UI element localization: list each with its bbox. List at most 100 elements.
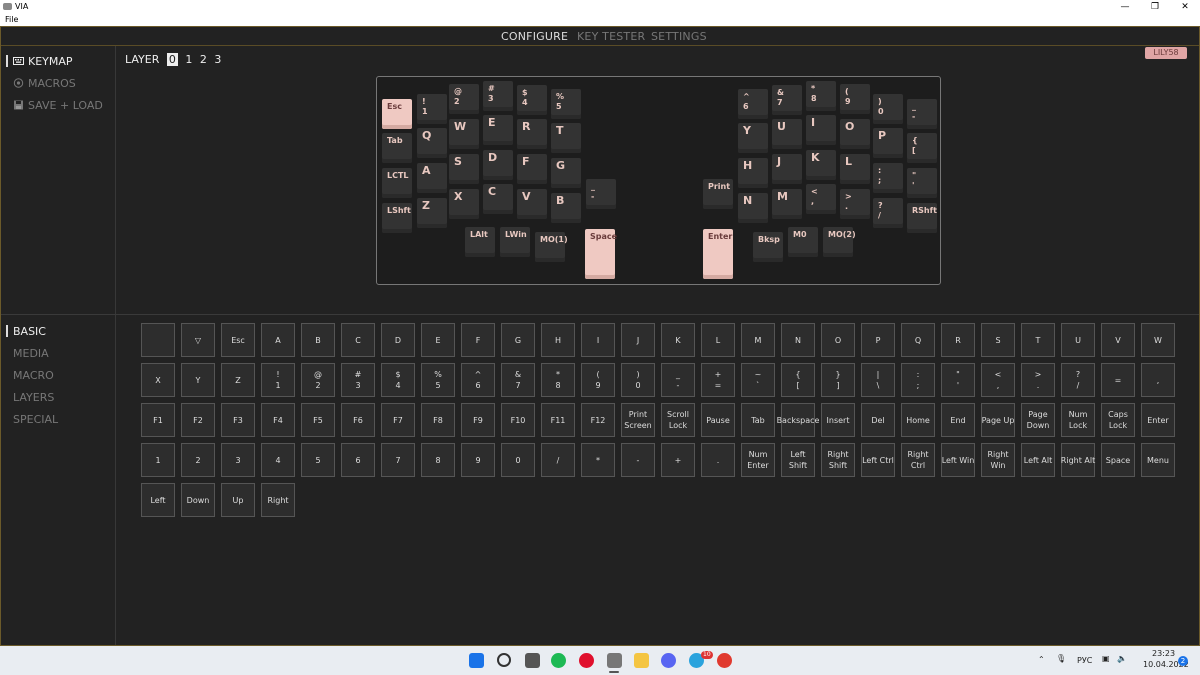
keymap-key[interactable]: J [772, 154, 802, 184]
keycode-button[interactable]: Left Shift [781, 443, 815, 477]
layer-0-button[interactable]: 0 [166, 53, 178, 66]
layer-2-button[interactable]: 2 [200, 53, 207, 66]
keymap-key[interactable]: D [483, 150, 513, 180]
keycode-button[interactable]: F12 [581, 403, 615, 437]
keycode-button[interactable]: 7 [381, 443, 415, 477]
keycode-button[interactable]: ? / [1061, 363, 1095, 397]
task-view-icon[interactable] [525, 653, 540, 668]
keycode-button[interactable]: 9 [461, 443, 495, 477]
keycode-button[interactable]: # 3 [341, 363, 375, 397]
keymap-key[interactable]: LShft [382, 203, 412, 233]
network-icon[interactable]: ▣ [1102, 654, 1110, 663]
keymap-key[interactable]: { [ [907, 133, 937, 163]
keymap-key[interactable]: M [772, 189, 802, 219]
keycode-button[interactable]: F [461, 323, 495, 357]
sidebar-item-media[interactable]: MEDIA [13, 347, 49, 360]
keycode-button[interactable]: Right [261, 483, 295, 517]
keycode-button[interactable]: V [1101, 323, 1135, 357]
keycode-button[interactable]: O [821, 323, 855, 357]
keycode-button[interactable]: 3 [221, 443, 255, 477]
keymap-key[interactable]: Print [703, 179, 733, 209]
keymap-key[interactable]: Enter [703, 229, 733, 279]
keymap-key[interactable]: " ' [907, 168, 937, 198]
sidebar-item-layers[interactable]: LAYERS [13, 391, 54, 404]
keycode-button[interactable]: } ] [821, 363, 855, 397]
keycode-button[interactable]: Right Win [981, 443, 1015, 477]
keycode-button[interactable]: N [781, 323, 815, 357]
keycode-button[interactable] [141, 323, 175, 357]
discord-icon[interactable] [661, 653, 676, 668]
keymap-key[interactable]: ( 9 [840, 84, 870, 114]
keycode-button[interactable]: M [741, 323, 775, 357]
keymap-key[interactable]: A [417, 163, 447, 193]
keycode-button[interactable]: A [261, 323, 295, 357]
keycode-button[interactable]: ! 1 [261, 363, 295, 397]
keycode-button[interactable]: ^ 6 [461, 363, 495, 397]
file-explorer-icon[interactable] [634, 653, 649, 668]
keymap-key[interactable]: V [517, 189, 547, 219]
search-icon[interactable] [497, 653, 511, 667]
keymap-key[interactable]: Space [585, 229, 617, 279]
keycode-button[interactable]: X [141, 363, 175, 397]
tab-configure[interactable]: CONFIGURE [501, 30, 568, 43]
keycode-button[interactable]: ) 0 [621, 363, 655, 397]
menu-file[interactable]: File [5, 15, 18, 24]
keycode-button[interactable]: 5 [301, 443, 335, 477]
keycode-button[interactable]: Right Alt [1061, 443, 1095, 477]
restore-button[interactable]: ❐ [1140, 0, 1170, 14]
keymap-key[interactable]: O [840, 119, 870, 149]
keycode-button[interactable]: 2 [181, 443, 215, 477]
keycode-button[interactable]: Esc [221, 323, 255, 357]
keymap-key[interactable]: M0 [788, 227, 818, 257]
keycode-button[interactable]: 1 [141, 443, 175, 477]
keycode-button[interactable]: , [1141, 363, 1175, 397]
keycode-button[interactable]: P [861, 323, 895, 357]
keycode-button[interactable]: Page Up [981, 403, 1015, 437]
input-language[interactable]: РУС [1077, 656, 1092, 665]
keymap-key[interactable]: T [551, 123, 581, 153]
keycode-button[interactable]: F7 [381, 403, 415, 437]
keycode-button[interactable]: F1 [141, 403, 175, 437]
keymap-key[interactable]: S [449, 154, 479, 184]
keycode-button[interactable]: < , [981, 363, 1015, 397]
keymap-key[interactable]: I [806, 115, 836, 145]
keymap-key[interactable]: MO(1) [535, 232, 568, 262]
sidebar-item-macros[interactable]: MACROS [13, 77, 76, 90]
keycode-button[interactable]: { [ [781, 363, 815, 397]
keymap-key[interactable]: N [738, 193, 768, 223]
keycode-button[interactable]: Left Alt [1021, 443, 1055, 477]
keymap-key[interactable]: Z [417, 198, 447, 228]
keymap-key[interactable]: * 8 [806, 81, 836, 111]
keymap-key[interactable]: F [517, 154, 547, 184]
keymap-key[interactable]: LCTL [382, 168, 412, 198]
microphone-icon[interactable]: 🎙 [1056, 654, 1066, 663]
windows-start-icon[interactable] [469, 653, 484, 668]
keycode-button[interactable]: Backspace [777, 403, 819, 437]
keymap-key[interactable]: LAlt [465, 227, 495, 257]
keymap-key[interactable]: : ; [873, 163, 903, 193]
via-app-icon[interactable] [607, 653, 622, 668]
keycode-button[interactable]: | \ [861, 363, 895, 397]
keycode-button[interactable]: > . [1021, 363, 1055, 397]
keymap-key[interactable]: Y [738, 123, 768, 153]
keymap-key[interactable]: LWin [500, 227, 530, 257]
keymap-key[interactable]: & 7 [772, 85, 802, 115]
keymap-key[interactable]: W [449, 119, 479, 149]
keycode-button[interactable]: : ; [901, 363, 935, 397]
yandex-browser-icon[interactable] [717, 653, 732, 668]
keymap-key[interactable]: E [483, 115, 513, 145]
keycode-button[interactable]: 6 [341, 443, 375, 477]
keycode-button[interactable]: G [501, 323, 535, 357]
keycode-button[interactable]: Y [181, 363, 215, 397]
chevron-up-icon[interactable]: ⌃ [1038, 655, 1045, 664]
keycode-button[interactable]: % 5 [421, 363, 455, 397]
keycode-button[interactable]: 8 [421, 443, 455, 477]
keycode-button[interactable]: W [1141, 323, 1175, 357]
keycode-button[interactable]: Page Down [1021, 403, 1055, 437]
keymap-key[interactable]: > . [840, 189, 870, 219]
keymap-key[interactable]: K [806, 150, 836, 180]
sidebar-item-special[interactable]: SPECIAL [13, 413, 58, 426]
keycode-button[interactable]: & 7 [501, 363, 535, 397]
keymap-key[interactable]: Tab [382, 133, 412, 163]
keycode-button[interactable]: S [981, 323, 1015, 357]
